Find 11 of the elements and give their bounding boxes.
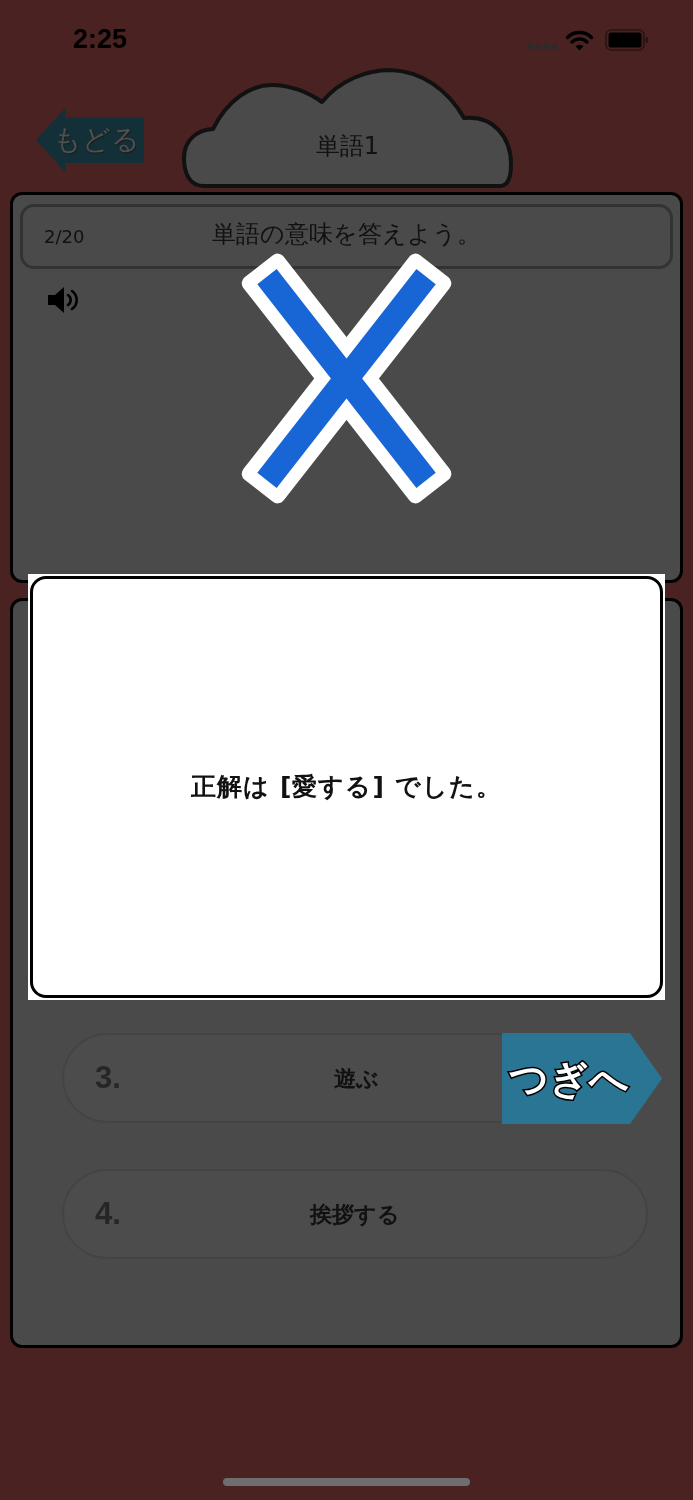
status-time: 2:25 — [73, 24, 128, 54]
screen-title: 単語1 — [315, 131, 380, 162]
cellular-signal-icon — [527, 42, 558, 50]
speaker-icon[interactable] — [47, 285, 79, 315]
progress-counter: 2/20 — [43, 225, 86, 249]
result-message: 正解は [愛する] でした。 — [191, 771, 502, 804]
back-button[interactable]: もどる — [36, 108, 144, 172]
question-instruction: 単語の意味を答えよう。 — [212, 219, 481, 248]
battery-icon — [605, 29, 649, 51]
next-button[interactable]: つぎへ — [502, 1033, 662, 1124]
wifi-icon — [566, 29, 593, 51]
